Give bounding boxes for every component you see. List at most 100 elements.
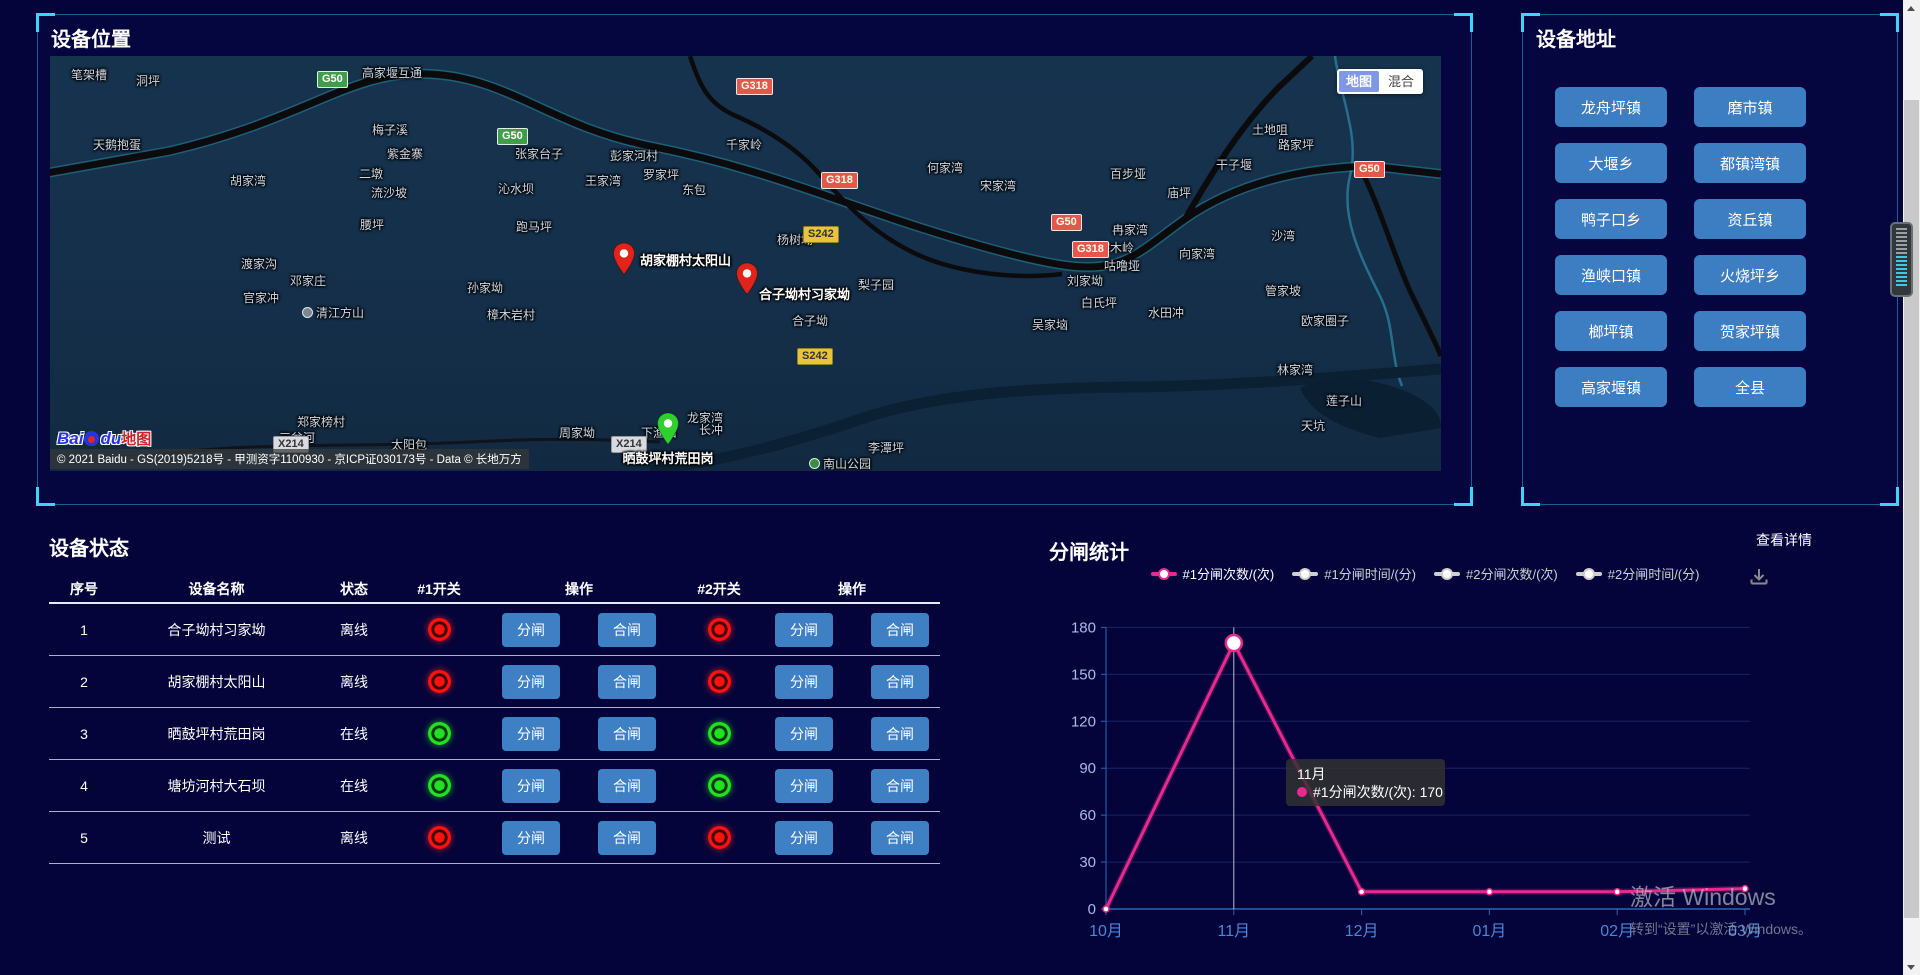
switch1-actions: 分闸 合闸 (484, 665, 674, 699)
trip-button[interactable]: 分闸 (775, 821, 833, 855)
map-place-label: 高家堰互通 (362, 64, 422, 81)
address-button[interactable]: 高家堰镇 (1555, 367, 1667, 407)
map-pin[interactable] (612, 242, 636, 276)
close-button[interactable]: 合闸 (871, 717, 929, 751)
device-status: 在线 (314, 724, 394, 744)
vertical-scrollbar[interactable] (1903, 0, 1920, 975)
map-place-label: 向家湾 (1179, 245, 1215, 262)
switch2-cell (674, 618, 764, 641)
address-button[interactable]: 火烧坪乡 (1694, 255, 1806, 295)
map-pin[interactable] (735, 262, 759, 296)
road-shield-G50: G50 (1354, 161, 1385, 178)
trip-button[interactable]: 分闸 (502, 717, 560, 751)
tooltip-series-dot (1297, 787, 1307, 797)
close-button[interactable]: 合闸 (598, 613, 656, 647)
scrollbar-down-arrow[interactable] (1903, 958, 1920, 975)
trip-button[interactable]: 分闸 (502, 769, 560, 803)
svg-text:30: 30 (1079, 854, 1096, 871)
corner-decoration (1880, 487, 1899, 506)
svg-text:120: 120 (1071, 713, 1096, 730)
svg-text:12月: 12月 (1345, 923, 1379, 940)
map-place-label: 长冲 (699, 421, 723, 438)
trip-button[interactable]: 分闸 (502, 613, 560, 647)
switch1-actions: 分闸 合闸 (484, 821, 674, 855)
device-name: 塘坊河村大石坝 (119, 776, 314, 796)
switch1-indicator-red (428, 826, 451, 849)
table-row: 5测试离线分闸合闸分闸合闸 (49, 812, 940, 864)
table-column-header: #2开关 (674, 579, 764, 599)
close-button[interactable]: 合闸 (598, 821, 656, 855)
address-button[interactable]: 全县 (1694, 367, 1806, 407)
address-button[interactable]: 榔坪镇 (1555, 311, 1667, 351)
device-status-section: 设备状态 序号设备名称状态#1开关操作#2开关操作 1合子坳村习家坳离线分闸合闸… (49, 528, 949, 864)
baidu-map[interactable]: 笔架槽洞坪高家堰互通天鹅抱蛋胡家湾梅子溪紫金寨二墩张家台子彭家河村千家岭王家湾罗… (50, 56, 1441, 471)
address-button[interactable]: 大堰乡 (1555, 143, 1667, 183)
map-place-label: 紫金寨 (387, 145, 423, 162)
close-button[interactable]: 合闸 (871, 821, 929, 855)
map-place-label: 何家湾 (927, 159, 963, 176)
table-column-header: 操作 (484, 579, 674, 599)
map-place-label: 渡家沟 (241, 255, 277, 272)
switch2-cell (674, 722, 764, 745)
switch1-actions: 分闸 合闸 (484, 613, 674, 647)
map-place-label: 冉家湾 (1112, 221, 1148, 238)
map-place-label: 跑马坪 (516, 218, 552, 235)
close-button[interactable]: 合闸 (598, 769, 656, 803)
trip-button[interactable]: 分闸 (502, 665, 560, 699)
row-index: 4 (49, 778, 119, 794)
map-place-label: 合子坳 (792, 312, 828, 329)
switch2-cell (674, 774, 764, 797)
switch2-indicator-red (708, 826, 731, 849)
table-row: 2胡家棚村太阳山离线分闸合闸分闸合闸 (49, 656, 940, 708)
svg-text:01月: 01月 (1472, 923, 1506, 940)
map-type-button-hybrid[interactable]: 混合 (1381, 71, 1421, 92)
svg-text:180: 180 (1071, 619, 1096, 636)
map-place-label: 南山公园 (809, 455, 871, 471)
address-button[interactable]: 磨市镇 (1694, 87, 1806, 127)
close-button[interactable]: 合闸 (871, 613, 929, 647)
address-button[interactable]: 贺家坪镇 (1694, 311, 1806, 351)
map-pin[interactable] (656, 412, 680, 446)
close-button[interactable]: 合闸 (871, 769, 929, 803)
trip-button[interactable]: 分闸 (775, 613, 833, 647)
map-place-label: 清江方山 (302, 304, 364, 321)
trip-statistics-section: 分闸统计 查看详情 #1分闸次数/(次)#1分闸时间/(分)#2分闸次数/(次)… (1030, 528, 1820, 975)
switch1-cell (394, 722, 484, 745)
map-attribution: © 2021 Baidu - GS(2019)5218号 - 甲测资字11009… (50, 449, 529, 469)
address-button[interactable]: 都镇湾镇 (1694, 143, 1806, 183)
map-type-button-map[interactable]: 地图 (1339, 71, 1379, 92)
device-status: 离线 (314, 672, 394, 692)
trip-button[interactable]: 分闸 (775, 665, 833, 699)
scroll-widget-gray-stripes (1896, 228, 1907, 254)
switch1-cell (394, 774, 484, 797)
address-button[interactable]: 资丘镇 (1694, 199, 1806, 239)
table-column-header: 状态 (314, 579, 394, 599)
row-index: 5 (49, 830, 119, 846)
scroll-indicator-widget[interactable] (1890, 222, 1913, 297)
trip-button[interactable]: 分闸 (775, 717, 833, 751)
map-place-label: 王家湾 (585, 172, 621, 189)
map-place-label: 彭家河村 (610, 147, 658, 164)
close-button[interactable]: 合闸 (871, 665, 929, 699)
svg-text:150: 150 (1071, 666, 1096, 683)
map-pin-label: 合子坳村习家坳 (759, 284, 850, 303)
corner-decoration (1454, 13, 1473, 32)
scrollbar-up-arrow[interactable] (1903, 0, 1920, 17)
map-place-label: 胡家湾 (230, 172, 266, 189)
map-place-label: 路家坪 (1278, 136, 1314, 153)
map-place-label: 吴家垴 (1032, 316, 1068, 333)
map-place-label: 百步垭 (1110, 165, 1146, 182)
address-button[interactable]: 渔峡口镇 (1555, 255, 1667, 295)
map-place-label: 洞坪 (136, 72, 160, 89)
map-place-label: 梨子园 (858, 276, 894, 293)
map-place-label: 水田冲 (1148, 304, 1184, 321)
address-button[interactable]: 龙舟坪镇 (1555, 87, 1667, 127)
road-shield-S242: S242 (797, 348, 833, 365)
trip-button[interactable]: 分闸 (502, 821, 560, 855)
close-button[interactable]: 合闸 (598, 665, 656, 699)
address-button[interactable]: 鸭子口乡 (1555, 199, 1667, 239)
line-chart: 030609012015018010月11月12月01月02月03月 (1030, 528, 1820, 975)
trip-button[interactable]: 分闸 (775, 769, 833, 803)
map-place-label: 林家湾 (1277, 361, 1313, 378)
close-button[interactable]: 合闸 (598, 717, 656, 751)
